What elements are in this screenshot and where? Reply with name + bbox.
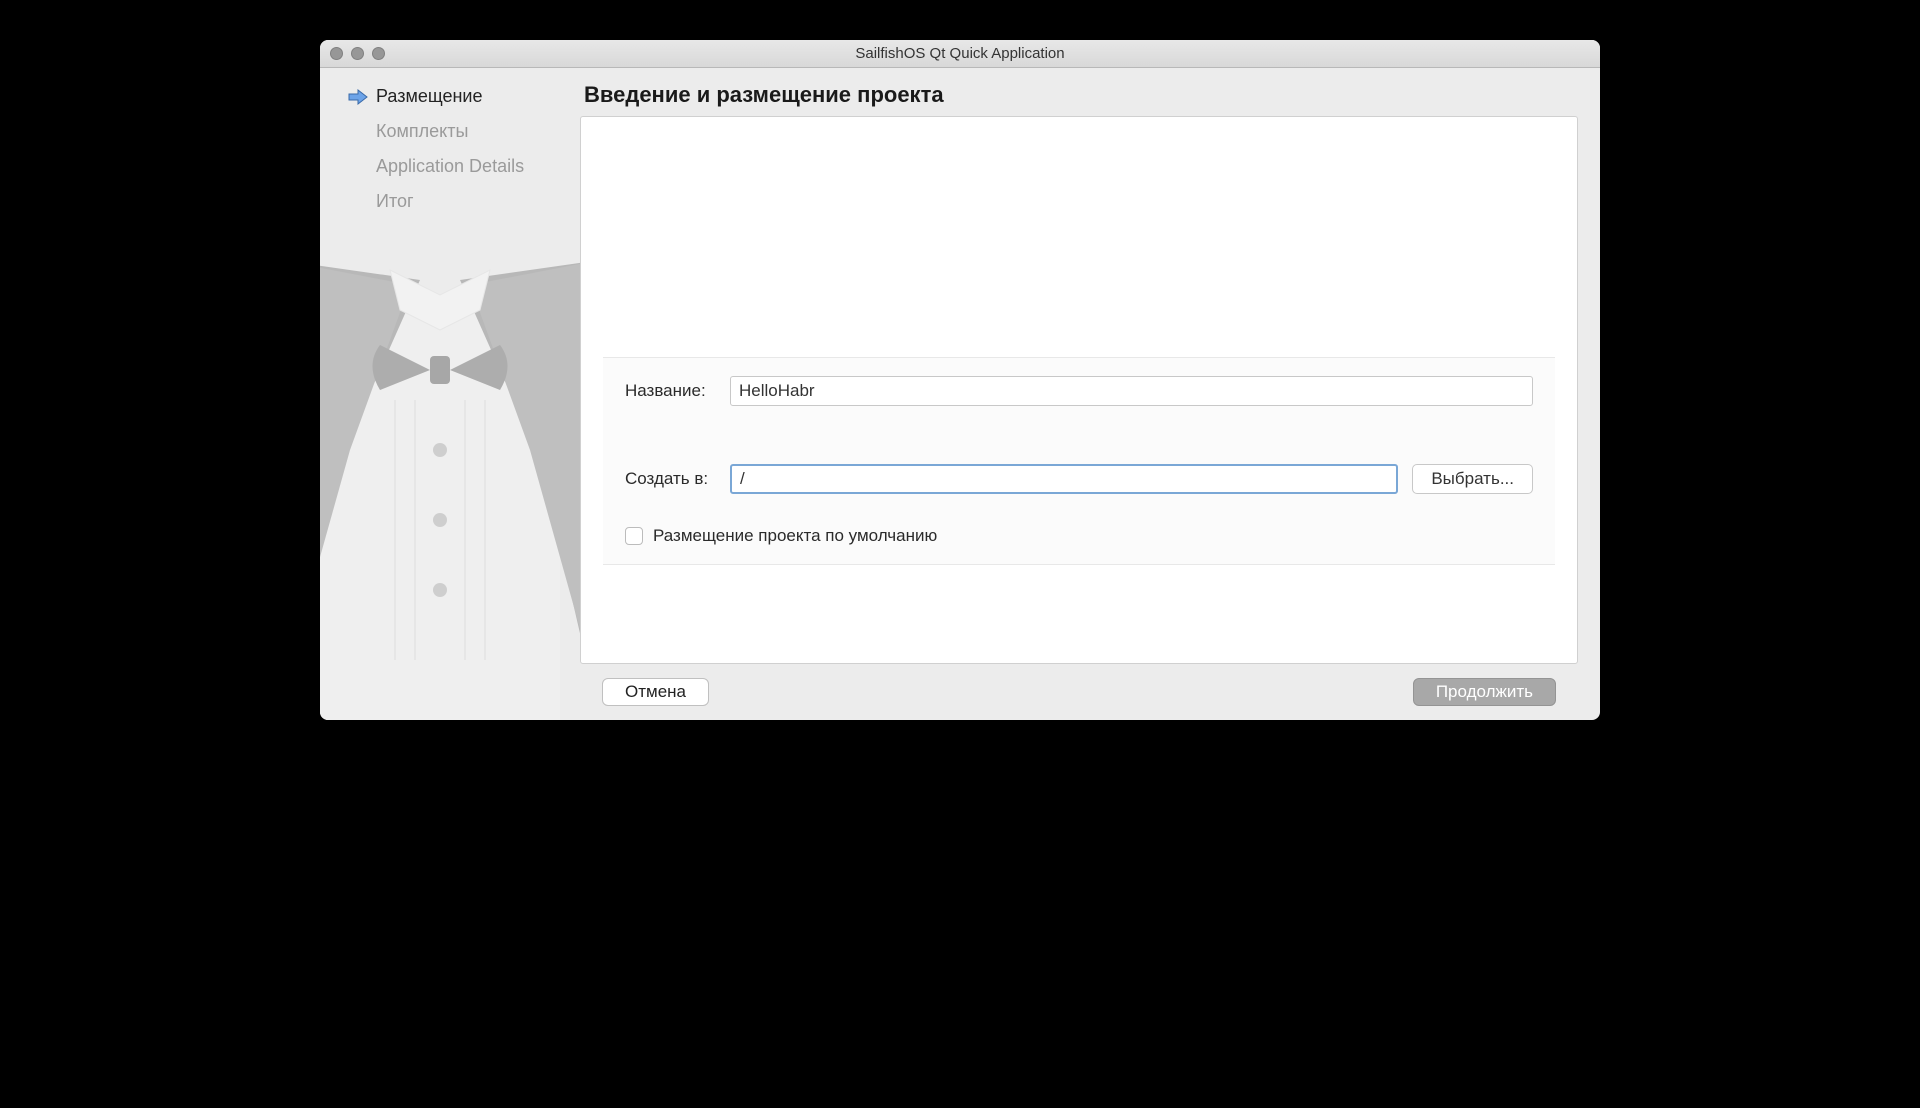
step-label: Комплекты bbox=[376, 121, 468, 142]
browse-button[interactable]: Выбрать... bbox=[1412, 464, 1533, 494]
form-panel: Название: Создать в: Выбрать... Размещен… bbox=[580, 116, 1578, 664]
wizard-window: SailfishOS Qt Quick Application bbox=[320, 40, 1600, 720]
cancel-button[interactable]: Отмена bbox=[602, 678, 709, 706]
create-in-label: Создать в: bbox=[625, 469, 730, 489]
page-title: Введение и размещение проекта bbox=[584, 82, 1578, 108]
content-area: Размещение Комплекты Application Details… bbox=[320, 68, 1600, 720]
step-label: Итог bbox=[376, 191, 414, 212]
project-name-input[interactable] bbox=[730, 376, 1533, 406]
step-label: Размещение bbox=[376, 86, 482, 107]
close-icon[interactable] bbox=[330, 47, 343, 60]
create-in-row: Создать в: Выбрать... bbox=[625, 464, 1533, 494]
arrow-right-icon bbox=[348, 89, 368, 105]
default-location-checkbox[interactable] bbox=[625, 527, 643, 545]
step-app-details: Application Details bbox=[348, 156, 580, 177]
titlebar: SailfishOS Qt Quick Application bbox=[320, 40, 1600, 68]
zoom-icon[interactable] bbox=[372, 47, 385, 60]
name-row: Название: bbox=[625, 376, 1533, 406]
form-fields: Название: Создать в: Выбрать... Размещен… bbox=[603, 357, 1555, 565]
main-area: Введение и размещение проекта Название: … bbox=[580, 68, 1600, 720]
step-placement: Размещение bbox=[348, 86, 580, 107]
wizard-footer: Отмена Продолжить bbox=[580, 664, 1578, 720]
wizard-sidebar: Размещение Комплекты Application Details… bbox=[320, 68, 580, 720]
minimize-icon[interactable] bbox=[351, 47, 364, 60]
traffic-lights bbox=[330, 47, 385, 60]
name-label: Название: bbox=[625, 381, 730, 401]
default-location-row: Размещение проекта по умолчанию bbox=[625, 526, 1533, 546]
form-spacer bbox=[581, 117, 1577, 357]
default-location-label: Размещение проекта по умолчанию bbox=[653, 526, 937, 546]
create-in-input[interactable] bbox=[730, 464, 1398, 494]
tuxedo-background-icon bbox=[320, 200, 580, 720]
window-title: SailfishOS Qt Quick Application bbox=[320, 45, 1600, 62]
sidebar-steps: Размещение Комплекты Application Details… bbox=[348, 86, 580, 212]
step-kits: Комплекты bbox=[348, 121, 580, 142]
step-label: Application Details bbox=[376, 156, 524, 177]
step-summary: Итог bbox=[348, 191, 580, 212]
continue-button[interactable]: Продолжить bbox=[1413, 678, 1556, 706]
